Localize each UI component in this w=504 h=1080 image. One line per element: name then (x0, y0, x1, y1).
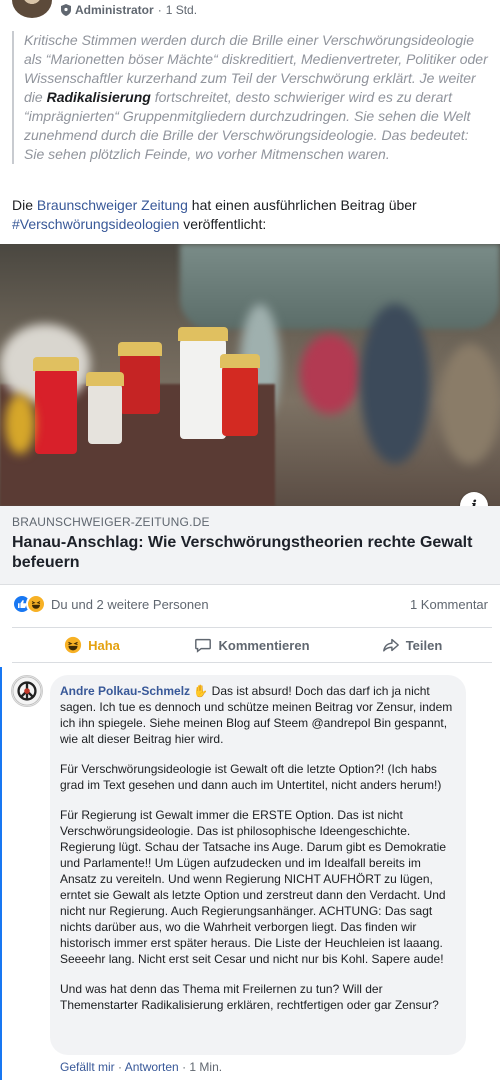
bokeh (360, 304, 430, 464)
link-preview-box[interactable]: BRAUNSCHWEIGER-ZEITUNG.DE Hanau-Anschlag… (0, 506, 500, 585)
post-actions: Haha Kommentieren Teilen (12, 627, 492, 663)
share-icon (382, 638, 399, 652)
candle (220, 354, 260, 436)
shield-icon (61, 4, 71, 16)
comment-count[interactable]: 1 Kommentar (410, 597, 488, 612)
haha-label: Haha (88, 637, 120, 653)
haha-reaction-icon (64, 636, 82, 654)
bokeh (300, 334, 360, 414)
comment-label: Kommentieren (218, 637, 310, 653)
comment-reply-link[interactable]: Antworten (125, 1060, 179, 1074)
post-time[interactable]: 1 Std. (166, 3, 197, 17)
comment-paragraph-4: Und was hat denn das Thema mit Freilerne… (60, 982, 439, 1012)
candle (178, 327, 228, 439)
comment-icon (195, 638, 212, 653)
share-button[interactable]: Teilen (332, 628, 492, 662)
footer-separator: · (178, 1060, 190, 1074)
comment-paragraph-3: Für Regierung ist Gewalt immer die ERSTE… (60, 808, 446, 966)
thread-indicator (0, 667, 2, 1080)
link-domain: BRAUNSCHWEIGER-ZEITUNG.DE (12, 515, 210, 529)
quote-bold: Radikalisierung (46, 89, 151, 105)
newspaper-link[interactable]: Braunschweiger Zeitung (37, 197, 188, 213)
reactions-summary[interactable]: Du und 2 weitere Personen (51, 597, 209, 612)
candle (33, 357, 79, 454)
comment-bubble: Andre Polkau-Schmelz ✋ Das ist absurd! D… (50, 675, 466, 1055)
intro-text-3: veröffentlicht: (179, 216, 267, 232)
haha-button[interactable]: Haha (12, 628, 172, 662)
comment-time[interactable]: 1 Min. (189, 1060, 222, 1074)
comment-paragraph-1: Andre Polkau-Schmelz ✋ Das ist absurd! D… (60, 683, 456, 747)
bokeh (440, 344, 500, 464)
link-title[interactable]: Hanau-Anschlag: Wie Verschwörungstheorie… (12, 533, 482, 573)
haha-icon (26, 594, 46, 614)
reactions-row: Du und 2 weitere Personen 1 Kommentar (0, 590, 500, 618)
candle (86, 372, 124, 444)
hand-icon: ✋ (193, 684, 209, 698)
intro-text-1: Die (12, 197, 37, 213)
comment-like-link[interactable]: Gefällt mir (60, 1060, 115, 1074)
post-header: Administrator · 1 Std. (0, 0, 504, 22)
post-quote: Kritische Stimmen werden durch die Brill… (12, 31, 488, 164)
candle (118, 342, 162, 414)
post-intro: Die Braunschweiger Zeitung hat einen aus… (12, 196, 492, 234)
comment-paragraph-2: Für Verschwörungsideologie ist Gewalt of… (60, 762, 442, 792)
commenter-avatar[interactable] (11, 675, 43, 707)
link-preview-image[interactable] (0, 244, 500, 506)
share-label: Teilen (405, 637, 443, 653)
comment-author[interactable]: Andre Polkau-Schmelz (60, 684, 190, 698)
post-author[interactable]: Administrator (75, 3, 154, 17)
comment-button[interactable]: Kommentieren (172, 628, 332, 662)
intro-text-2: hat einen ausführlichen Beitrag über (187, 197, 417, 213)
bokeh (5, 394, 35, 454)
post-meta: Administrator · 1 Std. (61, 3, 197, 17)
meta-separator: · (157, 3, 162, 17)
footer-separator: · (114, 1060, 125, 1074)
admin-avatar[interactable] (12, 0, 52, 18)
comment-thread: Andre Polkau-Schmelz ✋ Das ist absurd! D… (0, 663, 504, 1080)
hashtag-link[interactable]: #Verschwörungsideologien (12, 216, 179, 232)
reaction-icons[interactable] (12, 594, 52, 614)
market-tent (180, 244, 500, 329)
comment-footer: Gefällt mir · Antworten · 1 Min. (60, 1060, 222, 1074)
